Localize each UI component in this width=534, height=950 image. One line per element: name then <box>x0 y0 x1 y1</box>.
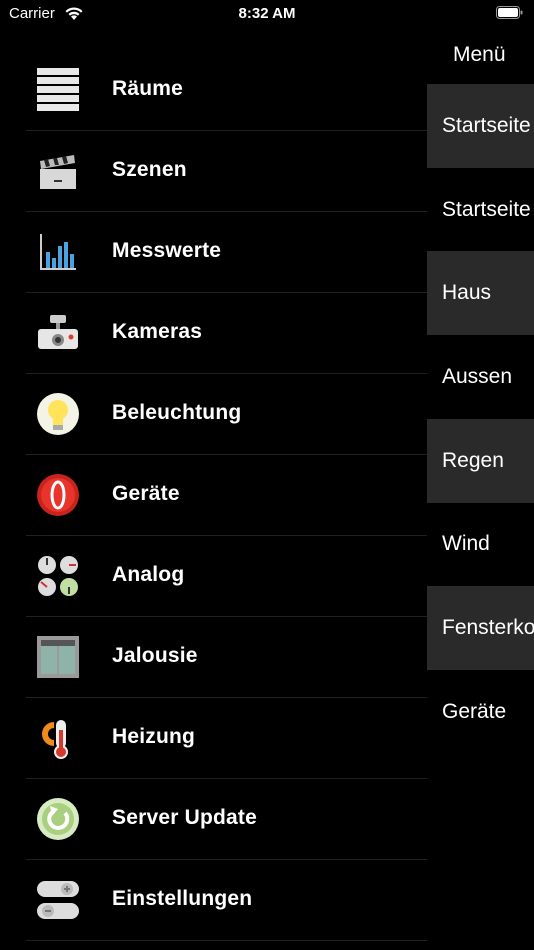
thermometer-icon <box>42 720 68 759</box>
menu-item-server-update[interactable]: Server Update <box>26 779 427 860</box>
menu-item-label: Heizung <box>112 725 196 748</box>
menu-item-label: Geräte <box>112 482 180 505</box>
battery-icon <box>496 6 523 19</box>
side-item-label: Regen <box>442 449 504 472</box>
side-panel-title: Menü <box>453 43 506 66</box>
menu-item-label: Einstellungen <box>112 887 253 910</box>
side-item-label: Geräte <box>442 700 507 723</box>
menu-item-jalousie[interactable]: Jalousie <box>26 617 427 698</box>
side-item-aussen[interactable]: Aussen <box>427 335 534 419</box>
side-item-label: Haus <box>442 281 492 304</box>
side-item-haus[interactable]: Haus <box>427 251 534 335</box>
bar-chart-icon <box>40 234 76 270</box>
side-item-startseite-2[interactable]: Startseite <box>427 168 534 252</box>
camera-icon <box>38 315 78 349</box>
menu-item-label: Analog <box>112 563 185 586</box>
menu-item-beleuchtung[interactable]: Beleuchtung <box>26 374 427 455</box>
menu-item-label: Räume <box>112 77 184 100</box>
refresh-update-icon <box>37 798 79 840</box>
side-item-geraete[interactable]: Geräte <box>427 670 534 754</box>
side-item-fensterkontakte[interactable]: Fensterkontakte <box>427 586 534 670</box>
power-device-icon <box>37 474 79 516</box>
menu-item-szenen[interactable]: Szenen <box>26 131 427 212</box>
lightbulb-icon <box>37 393 79 435</box>
menu-item-label: Server Update <box>112 806 257 829</box>
side-item-regen[interactable]: Regen <box>427 419 534 503</box>
side-panel: Menü Startseite Startseite Haus Aussen R… <box>427 30 534 950</box>
side-item-label: Aussen <box>442 365 513 388</box>
menu-item-analog[interactable]: Analog <box>26 536 427 617</box>
side-item-label: Startseite <box>442 114 531 137</box>
menu-item-messwerte[interactable]: Messwerte <box>26 212 427 293</box>
side-item-wind[interactable]: Wind <box>427 502 534 586</box>
status-bar: Carrier 8:32 AM <box>0 0 534 30</box>
side-item-label: Wind <box>442 532 490 555</box>
menu-item-heizung[interactable]: Heizung <box>26 698 427 779</box>
clock: 8:32 AM <box>238 5 296 22</box>
side-item-label: Fensterkontakte <box>442 616 534 639</box>
menu-item-einstellungen[interactable]: Einstellungen <box>26 860 427 941</box>
rooms-list-icon <box>37 68 79 111</box>
side-item-label: Startseite <box>442 198 531 221</box>
menu-item-label: Beleuchtung <box>112 401 242 424</box>
menu-item-label: Messwerte <box>112 239 222 262</box>
menu-item-label: Szenen <box>112 158 187 181</box>
toggle-switches-icon <box>37 881 79 919</box>
menu-item-label: Kameras <box>112 320 203 343</box>
menu-item-label: Jalousie <box>112 644 198 667</box>
clapperboard-icon <box>40 155 76 189</box>
menu-item-kameras[interactable]: Kameras <box>26 293 427 374</box>
window-blind-icon <box>37 636 79 678</box>
main-menu-list: Räume Szenen Messwerte Kameras Beleuchtu… <box>0 50 427 941</box>
analog-gauges-icon <box>38 556 78 596</box>
menu-item-raeume[interactable]: Räume <box>26 50 427 131</box>
menu-item-geraete[interactable]: Geräte <box>26 455 427 536</box>
side-item-startseite-1[interactable]: Startseite <box>427 84 534 168</box>
